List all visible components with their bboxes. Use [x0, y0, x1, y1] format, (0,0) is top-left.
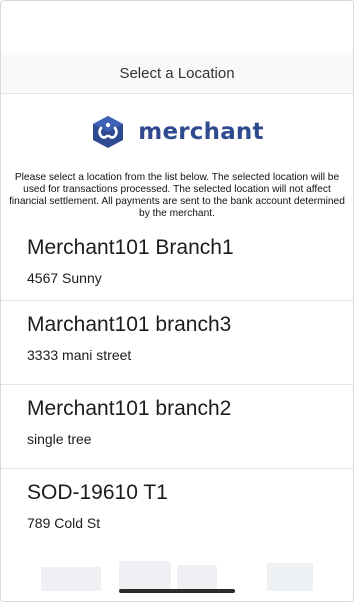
- status-bar-area: [1, 1, 353, 53]
- instructions-text: Please select a location from the list b…: [9, 172, 345, 219]
- location-item-marchant101-branch3[interactable]: Marchant101 branch3 3333 mani street: [1, 301, 353, 385]
- location-name: Merchant101 Branch1: [27, 236, 234, 259]
- app-screen: Select a Location merchant Please select…: [0, 0, 354, 602]
- location-address: 3333 mani street: [27, 347, 132, 363]
- location-address: 4567 Sunny: [27, 270, 102, 286]
- home-indicator[interactable]: [119, 589, 235, 593]
- location-item-merchant101-branch1[interactable]: Merchant101 Branch1 4567 Sunny: [1, 230, 353, 301]
- location-address: single tree: [27, 431, 92, 447]
- merchant-logo-text: merchant: [138, 119, 264, 145]
- location-name: SOD-19610 T1: [27, 481, 168, 504]
- location-address: 789 Cold St: [27, 515, 101, 531]
- location-item-merchant101-branch2[interactable]: Merchant101 branch2 single tree: [1, 385, 353, 469]
- location-item-sod-19610-t1[interactable]: SOD-19610 T1 789 Cold St: [1, 469, 353, 559]
- location-list: Merchant101 Branch1 4567 Sunny Marchant1…: [1, 230, 353, 559]
- location-name: Merchant101 branch2: [27, 397, 232, 420]
- merchant-logo: merchant: [1, 110, 353, 154]
- navigation-header: Select a Location: [1, 53, 353, 94]
- page-title: Select a Location: [119, 64, 235, 82]
- location-name: Marchant101 branch3: [27, 313, 232, 336]
- merchant-logo-icon: [93, 116, 124, 148]
